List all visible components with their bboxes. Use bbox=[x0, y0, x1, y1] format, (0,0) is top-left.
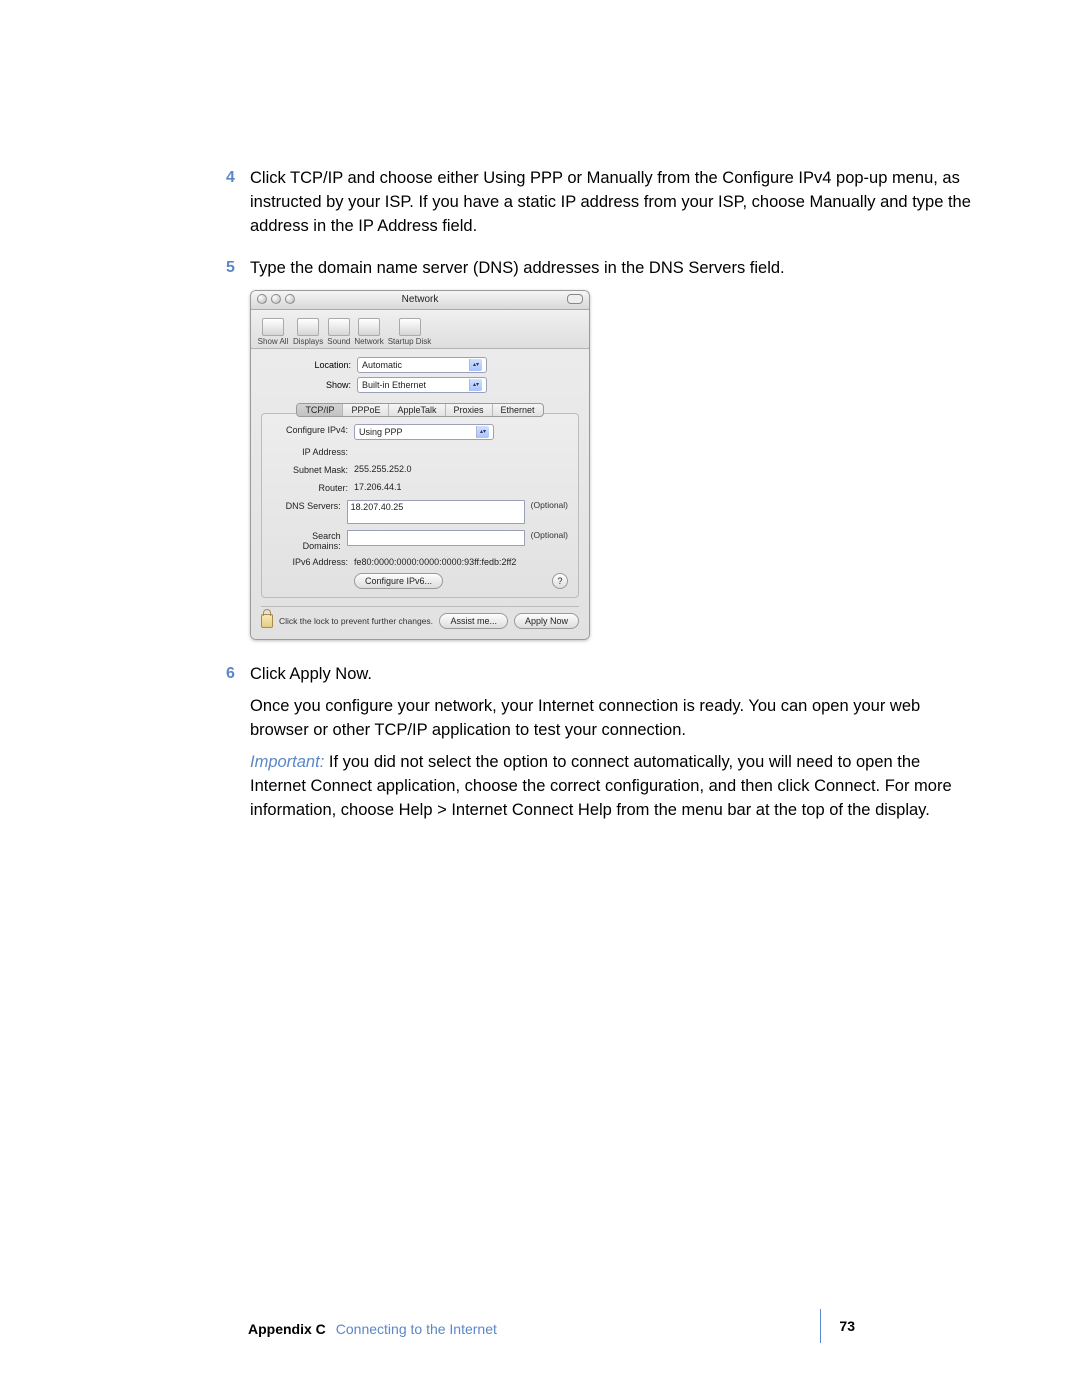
page-number-value: 73 bbox=[839, 1318, 855, 1334]
chevron-updown-icon: ▴▾ bbox=[476, 426, 489, 438]
important-text: If you did not select the option to conn… bbox=[250, 753, 952, 819]
page: 4 Click TCP/IP and choose either Using P… bbox=[0, 0, 1080, 1397]
footer-title: Connecting to the Internet bbox=[336, 1321, 497, 1337]
tab-box: TCP/IP PPPoE AppleTalk Proxies Ethernet bbox=[296, 403, 543, 417]
tab-tcpip[interactable]: TCP/IP bbox=[297, 404, 343, 416]
help-button[interactable]: ? bbox=[552, 573, 568, 589]
startup-disk-button[interactable]: Startup Disk bbox=[388, 318, 432, 346]
step-5-text: Type the domain name server (DNS) addres… bbox=[250, 256, 980, 280]
search-optional: (Optional) bbox=[531, 530, 568, 540]
step-5: 5 Type the domain name server (DNS) addr… bbox=[250, 256, 980, 640]
subnet-label: Subnet Mask: bbox=[272, 464, 348, 475]
network-window: Network Show All Displays bbox=[250, 290, 590, 640]
lock-icon[interactable] bbox=[261, 614, 273, 628]
location-row: Location: Automatic ▴▾ bbox=[261, 357, 579, 373]
footer-appendix: Appendix C bbox=[248, 1321, 326, 1337]
window-title: Network bbox=[251, 291, 589, 309]
configure-ipv4-popup[interactable]: Using PPP ▴▾ bbox=[354, 424, 494, 440]
sound-icon bbox=[328, 318, 350, 336]
step-6-body: Click Apply Now. Once you configure your… bbox=[250, 662, 980, 822]
step-number: 6 bbox=[226, 662, 235, 686]
step-6: 6 Click Apply Now. Once you configure yo… bbox=[250, 662, 980, 822]
apply-now-button[interactable]: Apply Now bbox=[514, 613, 579, 629]
titlebar: Network bbox=[251, 291, 589, 310]
show-popup[interactable]: Built-in Ethernet ▴▾ bbox=[357, 377, 487, 393]
step-number: 4 bbox=[226, 166, 235, 190]
startup-disk-icon bbox=[399, 318, 421, 336]
step-number: 5 bbox=[226, 256, 235, 280]
search-domains-label: Search Domains: bbox=[272, 530, 341, 551]
step-6-para2: Once you configure your network, your In… bbox=[250, 694, 980, 742]
show-label: Show: bbox=[261, 380, 351, 390]
tab-appletalk[interactable]: AppleTalk bbox=[389, 404, 445, 416]
sound-button[interactable]: Sound bbox=[327, 318, 350, 346]
step-6-text: Click Apply Now. bbox=[250, 662, 980, 686]
displays-label: Displays bbox=[293, 337, 323, 346]
toolbar: Show All Displays Sound bbox=[251, 310, 589, 349]
step-4: 4 Click TCP/IP and choose either Using P… bbox=[250, 166, 980, 238]
location-popup[interactable]: Automatic ▴▾ bbox=[357, 357, 487, 373]
tab-ethernet[interactable]: Ethernet bbox=[493, 404, 543, 416]
router-row: Router: 17.206.44.1 bbox=[272, 482, 568, 494]
dns-servers-field[interactable]: 18.207.40.25 bbox=[347, 500, 525, 524]
show-row: Show: Built-in Ethernet ▴▾ bbox=[261, 377, 579, 393]
network-screenshot: Network Show All Displays bbox=[250, 290, 980, 640]
show-all-label: Show All bbox=[258, 337, 289, 346]
network-button[interactable]: Network bbox=[354, 318, 383, 346]
configure-ipv4-row: Configure IPv4: Using PPP ▴▾ bbox=[272, 424, 568, 440]
sound-label: Sound bbox=[327, 337, 350, 346]
step-4-text: Click TCP/IP and choose either Using PPP… bbox=[250, 166, 980, 238]
page-footer: Appendix C Connecting to the Internet bbox=[248, 1321, 855, 1337]
chevron-updown-icon: ▴▾ bbox=[469, 379, 482, 391]
configure-ipv6-button[interactable]: Configure IPv6... bbox=[354, 573, 443, 589]
ipv6-row: IPv6 Address: fe80:0000:0000:0000:0000:9… bbox=[272, 557, 568, 567]
dns-optional: (Optional) bbox=[531, 500, 568, 510]
steps-list: 4 Click TCP/IP and choose either Using P… bbox=[250, 166, 980, 822]
configure-ipv4-value: Using PPP bbox=[359, 427, 403, 437]
lock-text: Click the lock to prevent further change… bbox=[279, 616, 433, 626]
router-label: Router: bbox=[272, 482, 348, 493]
location-label: Location: bbox=[261, 360, 351, 370]
network-icon bbox=[358, 318, 380, 336]
search-domains-field[interactable] bbox=[347, 530, 525, 546]
step-6-important: Important: If you did not select the opt… bbox=[250, 750, 980, 822]
ip-address-row: IP Address: bbox=[272, 446, 568, 458]
router-value: 17.206.44.1 bbox=[354, 482, 402, 494]
chevron-updown-icon: ▴▾ bbox=[469, 359, 482, 371]
dns-label: DNS Servers: bbox=[272, 500, 341, 511]
page-number: 73 bbox=[820, 1309, 855, 1343]
displays-button[interactable]: Displays bbox=[293, 318, 323, 346]
ipv6-label: IPv6 Address: bbox=[272, 557, 348, 567]
showall-icon bbox=[262, 318, 284, 336]
content-column: 4 Click TCP/IP and choose either Using P… bbox=[250, 166, 980, 822]
tab-strip: TCP/IP PPPoE AppleTalk Proxies Ethernet bbox=[261, 403, 579, 417]
location-value: Automatic bbox=[362, 360, 402, 370]
tcpip-pane: Configure IPv4: Using PPP ▴▾ IP Address: bbox=[261, 413, 579, 598]
window-body: Location: Automatic ▴▾ Show: Built-in Et… bbox=[251, 349, 589, 639]
toolbar-toggle-icon[interactable] bbox=[567, 294, 583, 304]
subnet-row: Subnet Mask: 255.255.252.0 bbox=[272, 464, 568, 476]
network-label: Network bbox=[354, 337, 383, 346]
subnet-value: 255.255.252.0 bbox=[354, 464, 412, 476]
tab-proxies[interactable]: Proxies bbox=[446, 404, 493, 416]
startup-label: Startup Disk bbox=[388, 337, 432, 346]
ip-address-label: IP Address: bbox=[272, 446, 348, 457]
displays-icon bbox=[297, 318, 319, 336]
show-all-button[interactable]: Show All bbox=[257, 318, 289, 346]
dns-row: DNS Servers: 18.207.40.25 (Optional) bbox=[272, 500, 568, 524]
tab-pppoe[interactable]: PPPoE bbox=[343, 404, 389, 416]
assist-me-button[interactable]: Assist me... bbox=[439, 613, 508, 629]
important-label: Important: bbox=[250, 753, 324, 771]
ipv6-value: fe80:0000:0000:0000:0000:93ff:fedb:2ff2 bbox=[354, 557, 516, 567]
search-domains-row: Search Domains: (Optional) bbox=[272, 530, 568, 551]
show-value: Built-in Ethernet bbox=[362, 380, 426, 390]
lock-bar: Click the lock to prevent further change… bbox=[261, 606, 579, 629]
configure-ipv4-label: Configure IPv4: bbox=[272, 424, 348, 435]
